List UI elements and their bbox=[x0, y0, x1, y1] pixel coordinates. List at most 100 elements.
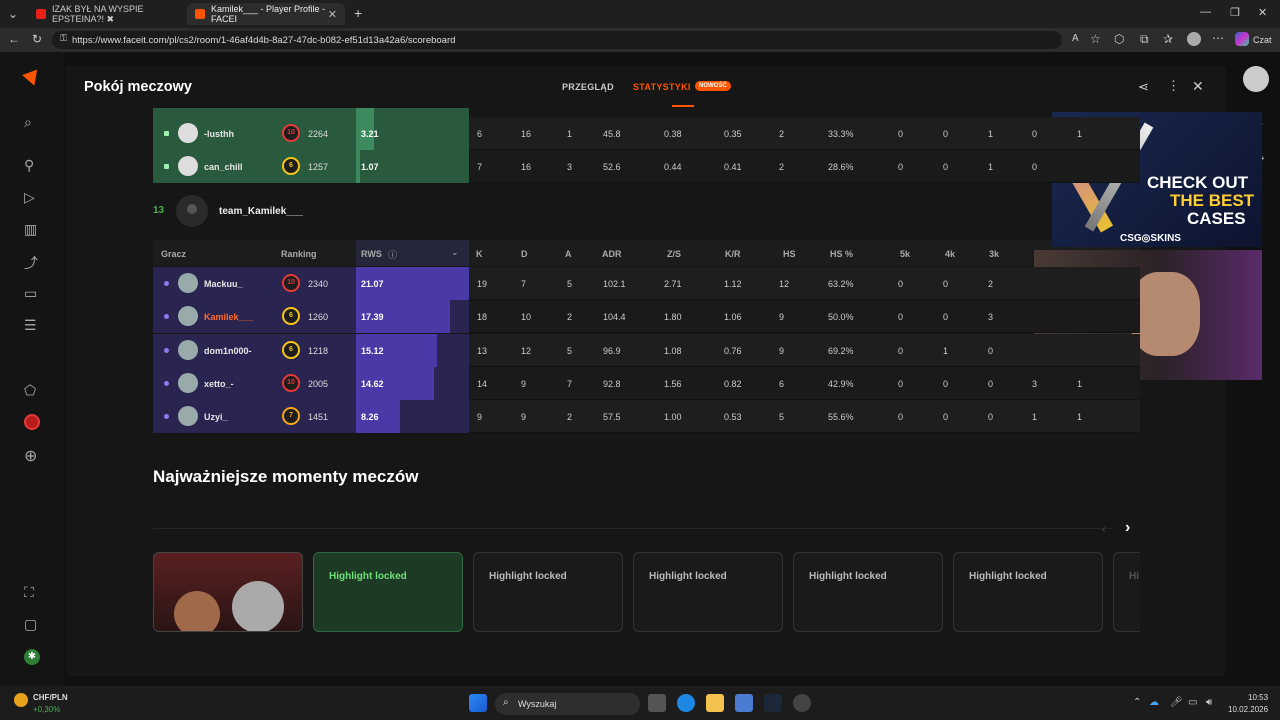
player-name[interactable]: xetto_- bbox=[204, 379, 234, 389]
stat-zs: 2.71 bbox=[664, 279, 682, 289]
col-player[interactable]: Gracz bbox=[161, 249, 186, 259]
col-4k[interactable]: 4k bbox=[945, 249, 955, 259]
player-name[interactable]: Mackuu_ bbox=[204, 279, 243, 289]
player-avatar[interactable] bbox=[178, 372, 198, 393]
taskbar-search[interactable]: ⌕ Wyszukaj bbox=[495, 693, 640, 715]
browser-tab-faceit[interactable]: Kamilek___ - Player Profile - FACEI ✕ bbox=[187, 3, 345, 25]
prev-arrow-icon[interactable]: ‹ bbox=[1102, 522, 1106, 536]
copilot-label[interactable]: Czat bbox=[1253, 35, 1272, 45]
highlight-card-locked[interactable]: Highlight locked bbox=[793, 552, 943, 632]
shop-icon[interactable]: ▢ bbox=[24, 616, 37, 633]
edge-icon[interactable] bbox=[677, 694, 695, 712]
browser-tab-youtube[interactable]: IZAK BYŁ NA WYSPIE EPSTEINA?! ✖ bbox=[28, 3, 183, 25]
maximize-icon[interactable]: ❐ bbox=[1230, 6, 1240, 19]
tab-overview[interactable]: PRZEGLĄD bbox=[562, 82, 614, 92]
close-window-icon[interactable]: ✕ bbox=[1258, 6, 1267, 19]
split-screen-icon[interactable]: ⧉ bbox=[1140, 32, 1149, 47]
more-options-icon[interactable]: ⋮ bbox=[1167, 78, 1180, 94]
player-name[interactable]: -lusthh bbox=[204, 129, 234, 139]
col-zs[interactable]: Z/S bbox=[667, 249, 681, 259]
steam-icon[interactable] bbox=[764, 694, 782, 712]
col-hsp[interactable]: HS % bbox=[830, 249, 853, 259]
col-5k[interactable]: 5k bbox=[900, 249, 910, 259]
tray-chevron-icon[interactable]: ⌃ bbox=[1133, 697, 1141, 708]
back-icon[interactable]: ← bbox=[8, 32, 20, 46]
player-avatar[interactable] bbox=[178, 339, 198, 360]
tab-list-icon[interactable]: ⌄ bbox=[8, 7, 18, 21]
stat-a: 2 bbox=[567, 312, 573, 323]
add-icon[interactable]: ⊕ bbox=[24, 446, 37, 466]
read-aloud-icon[interactable]: A bbox=[1072, 33, 1079, 44]
level-icon[interactable] bbox=[24, 414, 40, 430]
feed-icon[interactable]: ☰ bbox=[24, 317, 37, 334]
copilot-icon[interactable] bbox=[1235, 32, 1249, 46]
ticker-name[interactable]: CHF/PLN bbox=[33, 693, 68, 702]
next-arrow-icon[interactable]: › bbox=[1125, 519, 1130, 537]
favorite-icon[interactable]: ☆ bbox=[1090, 32, 1101, 46]
player-name[interactable]: can_chill bbox=[204, 162, 243, 172]
player-avatar[interactable] bbox=[178, 123, 198, 143]
stat-hs: 9 bbox=[779, 345, 785, 356]
player-name[interactable]: Uzyi_ bbox=[204, 412, 228, 422]
col-hs[interactable]: HS bbox=[783, 249, 796, 259]
play-icon[interactable]: ▷ bbox=[24, 189, 35, 206]
sort-chevron-icon[interactable]: ⌄ bbox=[451, 247, 459, 258]
highlight-card-locked[interactable]: Highlight locked bbox=[953, 552, 1103, 632]
share-icon[interactable]: ⋖ bbox=[1138, 79, 1149, 95]
highlight-card-locked[interactable]: Highlight locked bbox=[473, 552, 623, 632]
col-adr[interactable]: ADR bbox=[602, 249, 622, 259]
favorites-bar-icon[interactable]: ✰ bbox=[1163, 32, 1173, 46]
col-rws[interactable]: RWS bbox=[361, 249, 382, 259]
clubs-icon[interactable]: ⬠ bbox=[24, 382, 36, 399]
file-explorer-icon[interactable] bbox=[706, 694, 724, 712]
windows-start-icon[interactable] bbox=[469, 694, 487, 712]
app-icon[interactable] bbox=[793, 694, 811, 712]
stat-adr: 57.5 bbox=[603, 412, 621, 423]
col-a[interactable]: A bbox=[565, 249, 572, 259]
stat-k2: 0 bbox=[1032, 129, 1038, 139]
screenshot-icon[interactable]: ⛶ bbox=[24, 584, 34, 601]
stat-hsp: 50.0% bbox=[828, 312, 854, 323]
highlight-card-partial[interactable]: Hi bbox=[1113, 552, 1140, 632]
store-icon[interactable] bbox=[735, 694, 753, 712]
onedrive-icon[interactable]: ☁ bbox=[1149, 697, 1159, 708]
col-d[interactable]: D bbox=[521, 249, 528, 259]
col-k[interactable]: K bbox=[476, 249, 483, 259]
find-players-icon[interactable]: ⚲ bbox=[24, 157, 34, 174]
clock-date[interactable]: 10.02.2026 bbox=[1228, 705, 1268, 714]
volume-icon[interactable]: 🔊︎ bbox=[1206, 697, 1212, 708]
site-info-icon[interactable]: ⚿ bbox=[60, 33, 67, 44]
mic-icon[interactable]: 🎤︎ bbox=[1170, 697, 1183, 708]
player-name[interactable]: Kamilek___ bbox=[204, 312, 254, 322]
info-icon[interactable]: ⓘ bbox=[388, 248, 397, 261]
rankings-icon[interactable]: ▥ bbox=[24, 221, 37, 238]
player-avatar[interactable] bbox=[178, 273, 198, 293]
friends-icon[interactable]: ✱ bbox=[24, 649, 40, 665]
task-view-icon[interactable] bbox=[648, 694, 666, 712]
clock-time[interactable]: 10:53 bbox=[1248, 693, 1268, 702]
url-field[interactable]: https://www.faceit.com/pl/cs2/room/1-46a… bbox=[52, 31, 1062, 49]
col-ranking[interactable]: Ranking bbox=[281, 249, 317, 259]
profile-avatar[interactable] bbox=[1187, 32, 1201, 46]
close-tab-icon[interactable]: ✕ bbox=[328, 8, 337, 21]
tab-statistics[interactable]: STATYSTYKI bbox=[633, 82, 691, 92]
highlight-card-video[interactable] bbox=[153, 552, 303, 632]
col-3k[interactable]: 3k bbox=[989, 249, 999, 259]
player-name[interactable]: dom1n000- bbox=[204, 346, 252, 356]
user-avatar[interactable] bbox=[1243, 66, 1269, 92]
highlight-card-locked[interactable]: Highlight locked bbox=[313, 552, 463, 632]
more-menu-icon[interactable]: ⋯ bbox=[1212, 31, 1224, 45]
highlight-card-locked[interactable]: Highlight locked bbox=[633, 552, 783, 632]
watch-icon[interactable]: ▭ bbox=[24, 285, 37, 302]
stat-k4: 0 bbox=[943, 129, 949, 139]
network-icon[interactable]: ▭ bbox=[1188, 697, 1197, 708]
refresh-icon[interactable]: ↻ bbox=[32, 32, 42, 46]
search-icon[interactable]: ⌕ bbox=[24, 114, 32, 131]
stat-kr: 0.76 bbox=[724, 345, 742, 356]
new-tab-icon[interactable]: + bbox=[354, 5, 362, 21]
minimize-icon[interactable]: — bbox=[1200, 6, 1211, 18]
stats-icon[interactable]: ⤴ bbox=[24, 253, 38, 273]
extensions-icon[interactable]: ⬡ bbox=[1114, 32, 1124, 46]
col-kr[interactable]: K/R bbox=[725, 249, 741, 259]
close-modal-icon[interactable]: ✕ bbox=[1192, 78, 1204, 95]
